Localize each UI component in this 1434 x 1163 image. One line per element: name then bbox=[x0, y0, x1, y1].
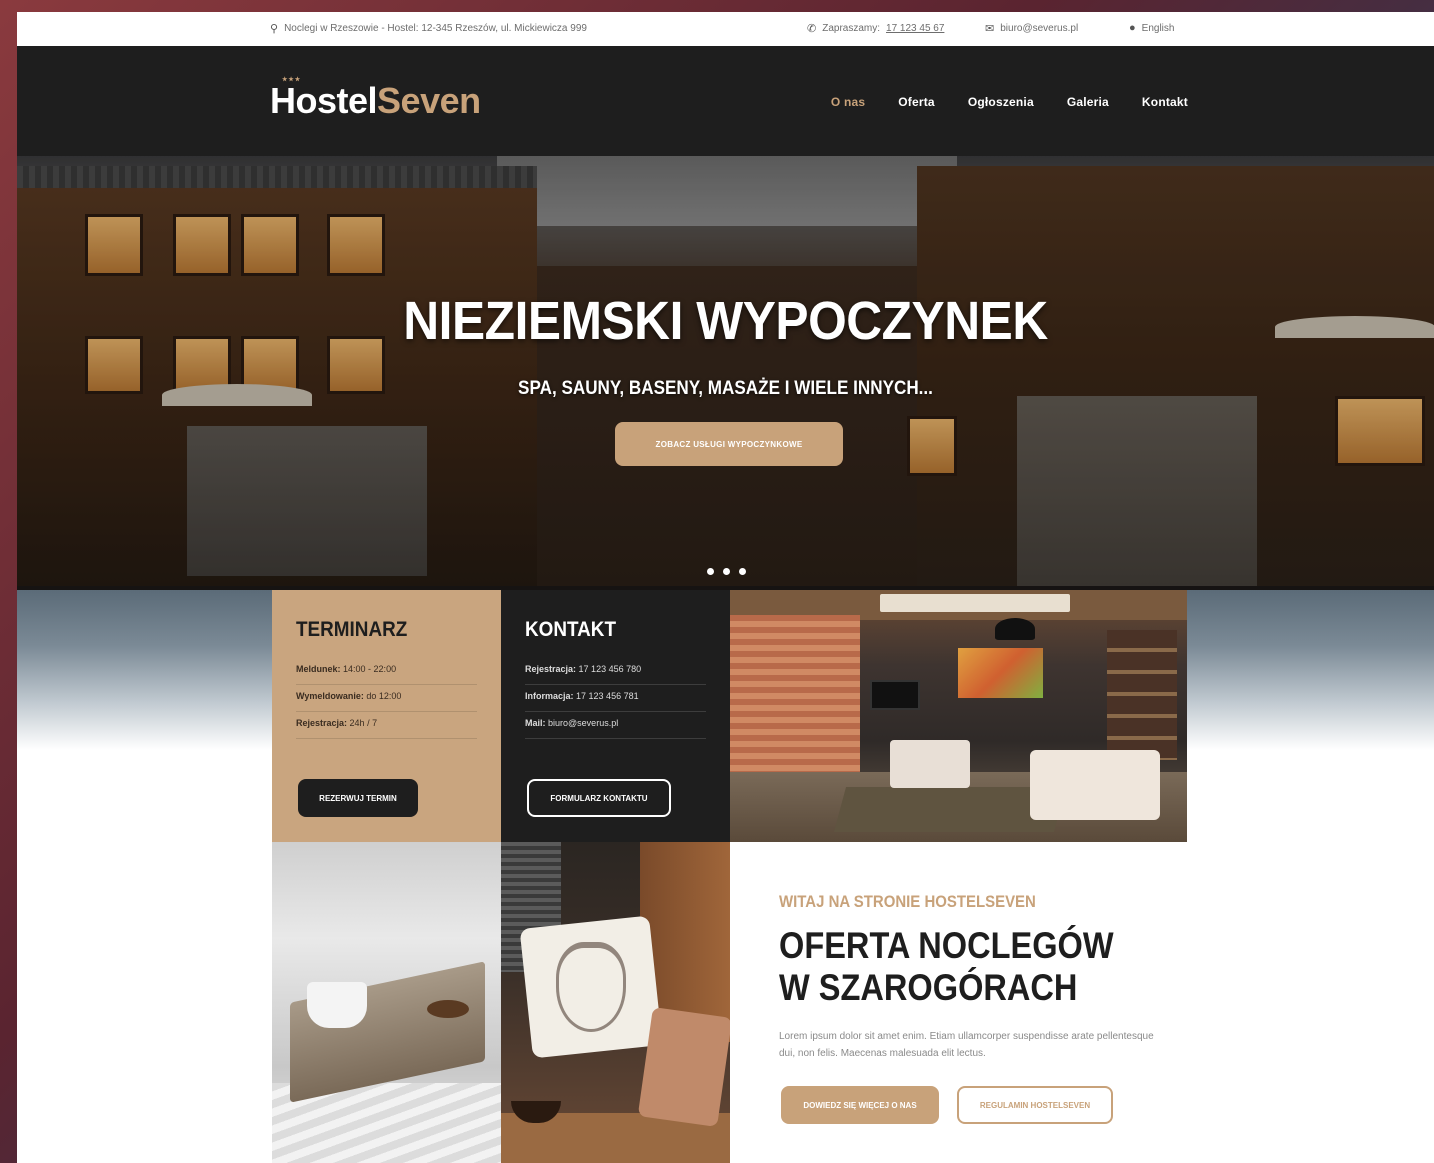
email-text: biuro@severus.pl bbox=[1000, 23, 1079, 34]
language-switch[interactable]: ● English bbox=[1129, 22, 1174, 34]
hero-title: NIEZIEMSKI WYPOCZYNEK bbox=[403, 291, 1048, 351]
slider-dot-2[interactable] bbox=[723, 568, 730, 575]
address-link[interactable]: ⚲ Noclegi w Rzeszowie - Hostel: 12-345 R… bbox=[270, 22, 587, 35]
terminarz-box: TERMINARZ Meldunek: 14:00 - 22:00 Wymeld… bbox=[272, 590, 501, 842]
slider-dot-1[interactable] bbox=[707, 568, 714, 575]
logo[interactable]: ★★★ HostelSeven bbox=[270, 77, 481, 122]
logo-seven: Seven bbox=[377, 80, 481, 121]
book-term-button[interactable]: REZERWUJ TERMIN bbox=[298, 779, 418, 817]
row-label: Wymeldowanie: bbox=[296, 691, 364, 701]
nav-item-ogloszenia[interactable]: Ogłoszenia bbox=[968, 95, 1034, 109]
nav-item-galeria[interactable]: Galeria bbox=[1067, 95, 1109, 109]
row-value: do 12:00 bbox=[366, 691, 402, 701]
site-header: ★★★ HostelSeven O nas Oferta Ogłoszenia … bbox=[17, 46, 1434, 156]
welcome-text: Lorem ipsum dolor sit amet enim. Etiam u… bbox=[779, 1031, 1154, 1059]
terminarz-row: Rejestracja: 24h / 7 bbox=[296, 712, 477, 739]
hero-subtitle: SPA, SAUNY, BASENY, MASAŻE I WIELE INNYC… bbox=[518, 378, 933, 399]
top-info-bar: ⚲ Noclegi w Rzeszowie - Hostel: 12-345 R… bbox=[17, 12, 1434, 46]
kontakt-row: Mail: biuro@severus.pl bbox=[525, 712, 706, 739]
row-value: 24h / 7 bbox=[349, 718, 378, 728]
nav-item-kontakt[interactable]: Kontakt bbox=[1142, 95, 1188, 109]
welcome-title-line2: W SZAROGÓRACH bbox=[779, 967, 1078, 1008]
living-room-image bbox=[730, 590, 1187, 842]
learn-more-button[interactable]: DOWIEDZ SIĘ WIĘCEJ O NAS bbox=[781, 1086, 939, 1124]
terminarz-row: Meldunek: 14:00 - 22:00 bbox=[296, 658, 477, 685]
slider-dots bbox=[707, 568, 746, 575]
row-value[interactable]: biuro@severus.pl bbox=[548, 718, 618, 728]
kontakt-box: KONTAKT Rejestracja: 17 123 456 780 Info… bbox=[501, 590, 730, 842]
row-value: 14:00 - 22:00 bbox=[343, 664, 397, 674]
globe-icon: ● bbox=[1129, 22, 1136, 34]
logo-hostel: Hostel bbox=[270, 80, 378, 121]
row-label: Rejestracja: bbox=[296, 718, 348, 728]
row-label: Informacja: bbox=[525, 691, 574, 701]
row-value: 17 123 456 780 bbox=[578, 664, 642, 674]
kontakt-row: Rejestracja: 17 123 456 780 bbox=[525, 658, 706, 685]
terminarz-title: TERMINARZ bbox=[296, 618, 408, 641]
contact-form-button[interactable]: FORMULARZ KONTAKTU bbox=[527, 779, 671, 817]
breakfast-tray-image bbox=[272, 842, 501, 1163]
nav-item-oferta[interactable]: Oferta bbox=[898, 95, 935, 109]
kontakt-row: Informacja: 17 123 456 781 bbox=[525, 685, 706, 712]
rules-button[interactable]: REGULAMIN HOSTELSEVEN bbox=[957, 1086, 1113, 1124]
welcome-title: OFERTA NOCLEGÓW W SZAROGÓRACH bbox=[779, 925, 1114, 1009]
terminarz-row: Wymeldowanie: do 12:00 bbox=[296, 685, 477, 712]
nav-item-o-nas[interactable]: O nas bbox=[831, 95, 865, 109]
envelope-icon: ✉ bbox=[985, 23, 995, 35]
welcome-kicker: WITAJ NA STRONIE HOSTELSEVEN bbox=[779, 892, 1036, 911]
kontakt-title: KONTAKT bbox=[525, 618, 616, 641]
phone-link[interactable]: ✆ Zapraszamy: 17 123 45 67 bbox=[807, 22, 944, 35]
deer-pillow-image bbox=[501, 842, 730, 1163]
row-label: Rejestracja: bbox=[525, 664, 577, 674]
welcome-title-line1: OFERTA NOCLEGÓW bbox=[779, 925, 1114, 966]
row-value: 17 123 456 781 bbox=[576, 691, 639, 701]
page: ⚲ Noclegi w Rzeszowie - Hostel: 12-345 R… bbox=[17, 12, 1434, 1163]
main-nav: O nas Oferta Ogłoszenia Galeria Kontakt bbox=[831, 95, 1188, 109]
slider-dot-3[interactable] bbox=[739, 568, 746, 575]
row-label: Mail: bbox=[525, 718, 546, 728]
logo-stars: ★★★ bbox=[282, 77, 302, 83]
hero-cta-button[interactable]: ZOBACZ USŁUGI WYPOCZYNKOWE bbox=[615, 422, 843, 466]
phone-label: Zapraszamy: bbox=[822, 23, 881, 34]
email-link[interactable]: ✉ biuro@severus.pl bbox=[985, 22, 1078, 35]
hero-slider: NIEZIEMSKI WYPOCZYNEK SPA, SAUNY, BASENY… bbox=[17, 156, 1434, 590]
address-text: Noclegi w Rzeszowie - Hostel: 12-345 Rze… bbox=[284, 23, 587, 34]
language-label: English bbox=[1141, 22, 1175, 34]
phone-number[interactable]: 17 123 45 67 bbox=[886, 23, 944, 34]
row-label: Meldunek: bbox=[296, 664, 341, 674]
phone-icon: ✆ bbox=[807, 23, 817, 35]
map-pin-icon: ⚲ bbox=[270, 23, 279, 35]
